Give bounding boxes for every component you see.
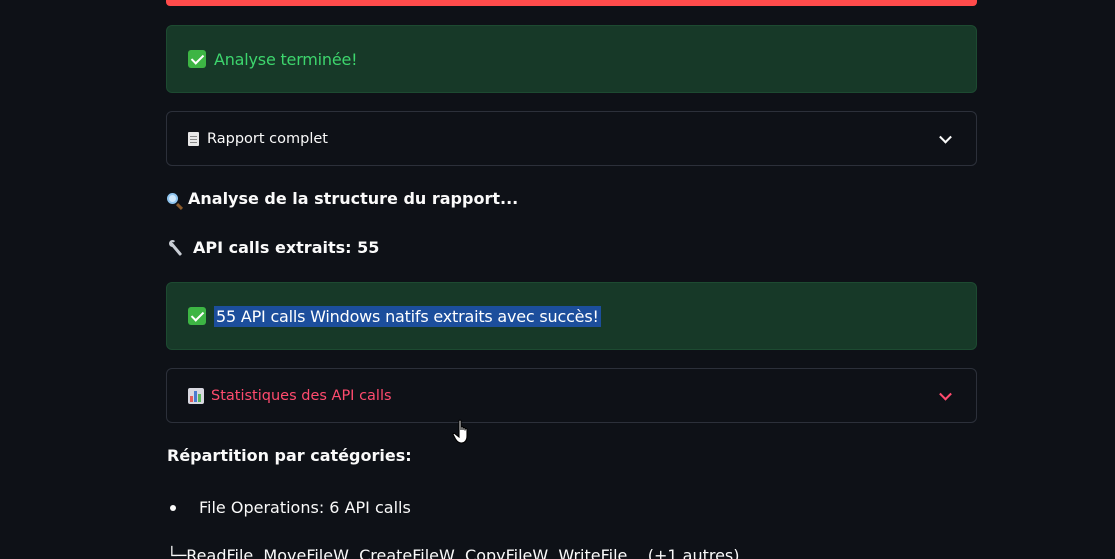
chevron-down-icon[interactable] [939, 387, 952, 401]
bar-chart-icon [188, 387, 204, 404]
error-banner-edge [166, 0, 977, 6]
wrench-icon [167, 239, 183, 256]
hand-cursor-icon [452, 419, 468, 444]
analysis-done-text: Analyse terminée! [214, 49, 358, 69]
api-success-text: 55 API calls Windows natifs extraits ave… [214, 305, 601, 327]
api-count-message: API calls extraits: 55 [167, 238, 379, 257]
stats-expander[interactable]: Statistiques des API calls [166, 368, 977, 423]
check-icon [188, 50, 206, 68]
chevron-down-icon[interactable] [939, 130, 952, 144]
app-page: Analyse terminée! Rapport complet Analys… [0, 0, 1115, 559]
analysis-done-alert: Analyse terminée! [166, 25, 977, 93]
check-icon [188, 307, 206, 325]
breakdown-heading: Répartition par catégories: [167, 446, 412, 465]
report-expander[interactable]: Rapport complet [166, 111, 977, 166]
breakdown-heading-text: Répartition par catégories: [167, 446, 412, 465]
bullet-marker [170, 505, 176, 511]
magnifier-icon [167, 193, 178, 204]
list-item: File Operations: 6 API calls [199, 498, 411, 517]
tree-line: └─ReadFile, MoveFileW, CreateFileW, Copy… [167, 546, 740, 559]
stats-expander-label: Statistiques des API calls [211, 387, 392, 404]
api-success-alert: 55 API calls Windows natifs extraits ave… [166, 282, 977, 350]
api-count-text: API calls extraits: 55 [193, 238, 380, 257]
document-icon [188, 131, 199, 146]
report-expander-label: Rapport complet [207, 130, 328, 147]
structure-analysis-message: Analyse de la structure du rapport... [167, 189, 518, 208]
structure-analysis-text: Analyse de la structure du rapport... [188, 189, 519, 208]
